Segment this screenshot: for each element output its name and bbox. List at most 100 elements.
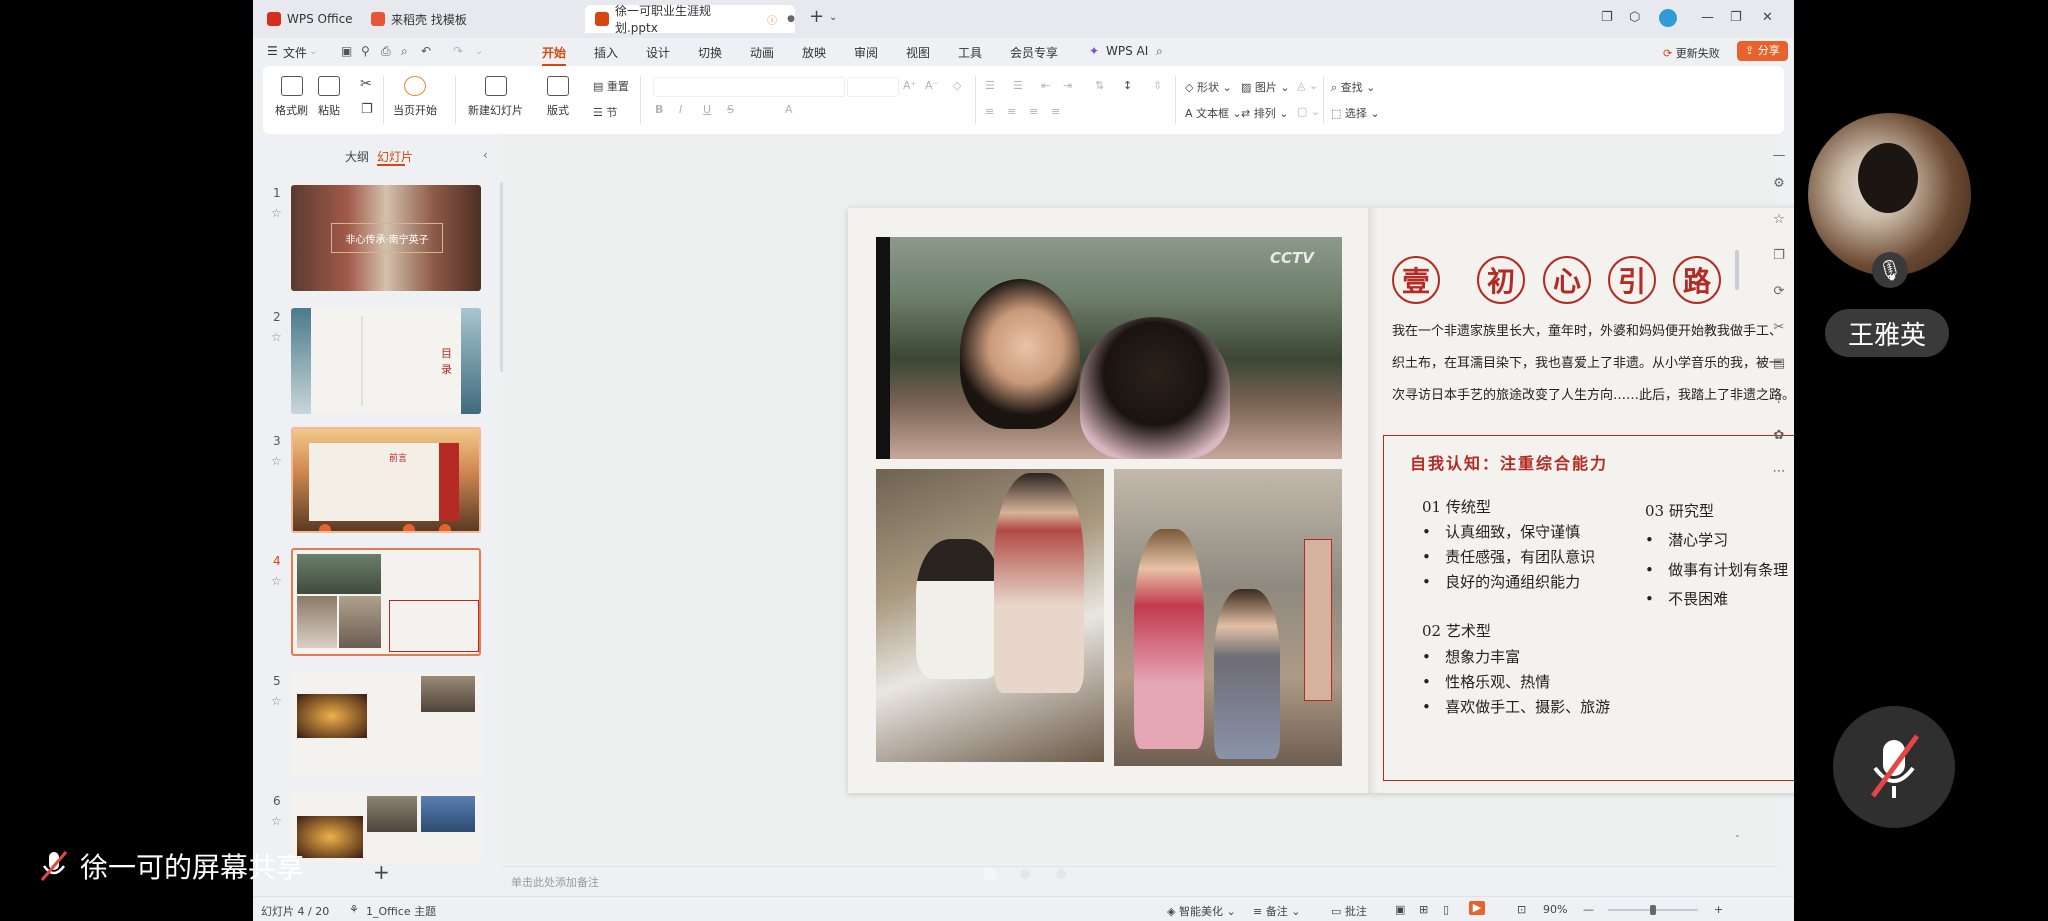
slide-thumbnail-6[interactable] xyxy=(291,792,481,862)
tab-wps-office[interactable]: WPS Office xyxy=(257,5,357,33)
update-failed-button[interactable]: ⟳ 更新失败 xyxy=(1663,45,1720,61)
page-dot[interactable] xyxy=(1056,869,1066,879)
tools-icon[interactable]: ✂ xyxy=(1771,320,1787,336)
copy-icon[interactable]: ❐ xyxy=(1771,248,1787,264)
menu-transition[interactable]: 切换 xyxy=(698,44,722,61)
line-spacing-icon[interactable]: ⇳ xyxy=(1153,79,1162,92)
zoom-slider-handle[interactable] xyxy=(1650,905,1656,915)
slide-thumbnail-5[interactable] xyxy=(291,672,481,778)
new-slide-button[interactable]: 新建幻灯片 xyxy=(468,76,523,118)
cut-icon[interactable]: ✂ xyxy=(360,76,372,92)
slide[interactable]: CCTV 壹 初 心 引 路 我在一个非遗家族里长大，童年时，外婆和妈妈便开始教… xyxy=(848,208,1794,793)
add-slide-icon[interactable]: + xyxy=(373,860,390,884)
theme-name[interactable]: 1_Office 主题 xyxy=(366,903,436,919)
user-avatar[interactable] xyxy=(1659,9,1677,27)
close-window-icon[interactable]: ✕ xyxy=(1762,10,1773,25)
zoom-slider[interactable] xyxy=(1608,905,1698,915)
menu-design[interactable]: 设计 xyxy=(646,44,670,61)
mute-button[interactable] xyxy=(1833,706,1955,828)
menu-home[interactable]: 开始 xyxy=(542,44,567,66)
menu-file[interactable]: 文件 xyxy=(283,44,307,61)
reading-view-icon[interactable]: ▯ xyxy=(1443,903,1449,916)
menu-wps-ai[interactable]: WPS AI xyxy=(1106,44,1148,58)
star-icon[interactable]: ☆ xyxy=(271,694,282,708)
collapse-icon[interactable]: — xyxy=(1771,148,1787,164)
zoom-out-icon[interactable]: — xyxy=(1583,903,1594,916)
minimize-icon[interactable]: — xyxy=(1701,10,1714,25)
shape-button[interactable]: ◇ 形状 ⌄ xyxy=(1185,79,1232,95)
collapse-panel-icon[interactable]: ‹ xyxy=(483,148,488,162)
format-painter-button[interactable]: 格式刷 xyxy=(275,76,308,118)
menu-member[interactable]: 会员专享 xyxy=(1010,44,1058,61)
menu-review[interactable]: 审阅 xyxy=(854,44,878,61)
slide-thumbnail-3[interactable]: 前言 xyxy=(291,427,481,533)
bold-icon[interactable]: B xyxy=(655,103,663,116)
find-button[interactable]: ⌕ 查找 ⌄ xyxy=(1331,79,1375,95)
hamburger-icon[interactable]: ☰ xyxy=(267,44,278,58)
share-button[interactable]: ⇪ 分享 xyxy=(1737,41,1788,61)
tab-slides[interactable]: 幻灯片 xyxy=(377,148,413,165)
select-button[interactable]: ⬚ 选择 ⌄ xyxy=(1331,105,1380,121)
tab-pptx-file[interactable]: 徐一可职业生涯规划.pptx ⓘ ● xyxy=(585,4,795,35)
star-icon[interactable]: ☆ xyxy=(271,454,282,468)
grow-font-icon[interactable]: A⁺ xyxy=(903,79,916,92)
outline-icon[interactable]: ▢ ⌄ xyxy=(1297,105,1320,118)
canvas-scrollbar[interactable]: ⌄ xyxy=(1732,140,1742,860)
thumbnail-add-icon[interactable] xyxy=(439,524,451,531)
layout-button[interactable]: 版式 xyxy=(547,76,569,118)
justify-icon[interactable]: ≡ xyxy=(1051,105,1060,118)
beautify-button[interactable]: ◈ 智能美化 ⌄ xyxy=(1167,903,1236,919)
slide-thumbnail-4[interactable] xyxy=(291,548,481,656)
align-right-icon[interactable]: ≡ xyxy=(1029,105,1038,118)
page-dot[interactable] xyxy=(1020,869,1030,879)
star-icon[interactable]: ☆ xyxy=(1771,212,1787,228)
menu-view[interactable]: 视图 xyxy=(906,44,930,61)
photo-weaving[interactable] xyxy=(876,469,1104,762)
redo-icon[interactable]: ↷ xyxy=(453,44,463,58)
tab-outline[interactable]: 大纲 xyxy=(345,148,369,165)
zoom-in-icon[interactable]: + xyxy=(1714,903,1723,916)
align-center-icon[interactable]: ≡ xyxy=(1007,105,1016,118)
maximize-icon[interactable]: ❐ xyxy=(1730,10,1742,25)
properties-icon[interactable]: ⚙ xyxy=(1771,176,1787,192)
slide-thumbnail-2[interactable]: 目录 xyxy=(291,308,481,414)
menu-tools[interactable]: 工具 xyxy=(958,44,982,61)
print-icon[interactable]: ⎙ xyxy=(381,44,391,59)
align-left-icon[interactable]: ≡ xyxy=(985,105,994,118)
new-tab-icon[interactable]: + xyxy=(809,6,824,27)
scrollbar-thumb[interactable] xyxy=(1735,250,1739,290)
tab-docer[interactable]: 来稻壳 找模板 xyxy=(361,5,581,33)
decrease-indent-icon[interactable]: ⇤ xyxy=(1041,79,1050,92)
slide-thumbnail-1[interactable]: 非心传承·南宁英子 xyxy=(291,185,481,291)
preview-icon[interactable]: ⌕ xyxy=(401,44,408,59)
shrink-font-icon[interactable]: A⁻ xyxy=(925,79,938,92)
bullets-icon[interactable]: ☰ xyxy=(985,79,995,92)
restore-window-icon[interactable]: ❐ xyxy=(1601,10,1613,25)
notes-button[interactable]: ≡ 备注 ⌄ xyxy=(1253,903,1300,919)
page-dot-active[interactable] xyxy=(983,867,997,881)
thumbnail-cut-icon[interactable] xyxy=(403,524,415,531)
cube-icon[interactable]: ⬡ xyxy=(1629,10,1640,25)
star-icon[interactable]: ☆ xyxy=(271,206,282,220)
zoom-level[interactable]: 90% xyxy=(1543,903,1567,916)
photo-childhood-video[interactable]: CCTV xyxy=(876,237,1342,459)
normal-view-icon[interactable]: ▣ xyxy=(1395,903,1405,916)
comments-button[interactable]: ▭ 批注 xyxy=(1331,903,1367,919)
undo-icon[interactable]: ↶ xyxy=(421,44,431,58)
clear-format-icon[interactable]: ◇ xyxy=(953,79,961,92)
fit-window-icon[interactable]: ⊡ xyxy=(1517,903,1526,916)
book-icon[interactable]: ▤ xyxy=(1771,356,1787,372)
photo-two-girls[interactable] xyxy=(1114,469,1342,766)
sync-icon[interactable]: ⟳ xyxy=(1771,284,1787,300)
font-size-select[interactable] xyxy=(847,77,899,97)
link-icon[interactable]: ⚲ xyxy=(361,44,370,58)
save-icon[interactable]: ▣ xyxy=(341,44,352,58)
close-tab-icon[interactable]: ● xyxy=(787,14,795,24)
menu-insert[interactable]: 插入 xyxy=(594,44,618,61)
font-color-icon[interactable]: A xyxy=(785,103,793,116)
help-icon[interactable]: ? xyxy=(1771,392,1787,408)
text-direction-icon[interactable]: ⇅ xyxy=(1095,79,1104,92)
strikethrough-icon[interactable]: S xyxy=(727,103,734,116)
skin-icon[interactable]: ✿ xyxy=(1771,428,1787,444)
textbox-button[interactable]: A 文本框 ⌄ xyxy=(1185,105,1242,121)
